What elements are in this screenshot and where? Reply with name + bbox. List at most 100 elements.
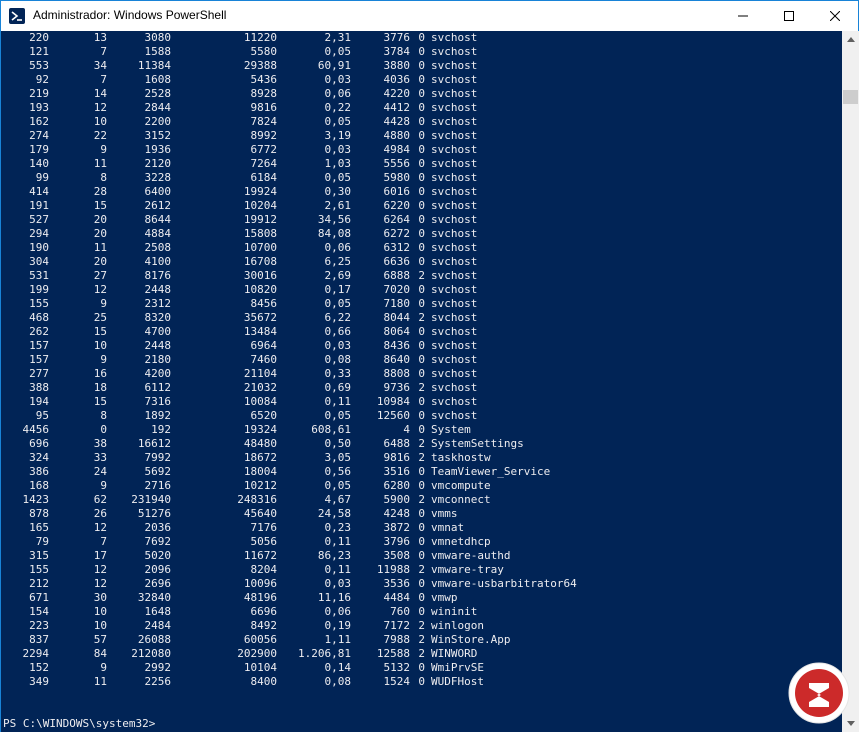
cell-process-name: vmnetdhcp bbox=[431, 535, 491, 548]
cell-id: 4248 bbox=[383, 507, 411, 520]
process-row: 527 20 8644 19912 34,56 6264 0 svchost bbox=[1, 213, 842, 227]
cell-pm: 7692 bbox=[144, 535, 172, 548]
cell-id: 3784 bbox=[383, 45, 411, 58]
cell-cpu: 0,66 bbox=[324, 325, 352, 338]
cell-process-name: svchost bbox=[431, 409, 478, 422]
cell-process-name: svchost bbox=[431, 115, 478, 128]
close-button[interactable] bbox=[812, 1, 858, 31]
cell-cpu: 0,22 bbox=[324, 101, 352, 114]
cell-npm: 12 bbox=[93, 283, 107, 296]
process-row: 671 30 32840 48196 11,16 4484 0 vmwp bbox=[1, 591, 842, 605]
cell-ws: 6520 bbox=[250, 409, 278, 422]
cell-ws: 29388 bbox=[243, 59, 277, 72]
cell-ws: 8400 bbox=[250, 675, 278, 688]
cell-cpu: 0,05 bbox=[324, 297, 352, 310]
cell-npm: 28 bbox=[93, 185, 107, 198]
cell-process-name: WINWORD bbox=[431, 647, 478, 660]
cell-si: 0 bbox=[418, 101, 425, 114]
cell-process-name: vmconnect bbox=[431, 493, 491, 506]
minimize-button[interactable] bbox=[720, 1, 766, 31]
cell-npm: 13 bbox=[93, 31, 107, 44]
cell-npm: 10 bbox=[93, 115, 107, 128]
cell-ws: 8492 bbox=[250, 619, 278, 632]
cell-process-name: svchost bbox=[431, 339, 478, 352]
cell-id: 8436 bbox=[383, 339, 411, 352]
cell-pm: 5692 bbox=[144, 465, 172, 478]
cell-pm: 2180 bbox=[144, 353, 172, 366]
cell-cpu: 6,22 bbox=[324, 311, 352, 324]
cell-id: 3508 bbox=[383, 549, 411, 562]
cell-id: 5556 bbox=[383, 157, 411, 170]
command-prompt[interactable]: PS C:\WINDOWS\system32> bbox=[3, 717, 155, 731]
process-row: 154 10 1648 6696 0,06 760 0 wininit bbox=[1, 605, 842, 619]
cell-cpu: 0,06 bbox=[324, 241, 352, 254]
cell-process-name: svchost bbox=[431, 59, 478, 72]
powershell-icon bbox=[9, 8, 25, 24]
cell-pm: 2844 bbox=[144, 101, 172, 114]
process-row: 179 9 1936 6772 0,03 4984 0 svchost bbox=[1, 143, 842, 157]
cell-id: 12588 bbox=[376, 647, 410, 660]
scroll-up-button[interactable] bbox=[842, 31, 859, 48]
cell-ws: 19324 bbox=[243, 423, 277, 436]
cell-si: 0 bbox=[418, 73, 425, 86]
title-bar[interactable]: Administrador: Windows PowerShell bbox=[1, 1, 858, 31]
process-row: 219 14 2528 8928 0,06 4220 0 svchost bbox=[1, 87, 842, 101]
cell-ws: 11220 bbox=[243, 31, 277, 44]
cell-npm: 20 bbox=[93, 213, 107, 226]
cell-npm: 38 bbox=[93, 437, 107, 450]
cell-cpu: 0,03 bbox=[324, 577, 352, 590]
cell-npm: 9 bbox=[100, 353, 107, 366]
cell-process-name: svchost bbox=[431, 311, 478, 324]
cell-process-name: vmwp bbox=[431, 591, 458, 604]
cell-ws: 6964 bbox=[250, 339, 278, 352]
cell-process-name: svchost bbox=[431, 101, 478, 114]
cell-pm: 3228 bbox=[144, 171, 172, 184]
process-row: 2294 84 212080 202900 1.206,81 12588 2 WINWORD bbox=[1, 647, 842, 661]
process-row: 99 8 3228 6184 0,05 5980 0 svchost bbox=[1, 171, 842, 185]
scroll-thumb[interactable] bbox=[843, 90, 858, 104]
cell-handles: 304 bbox=[29, 255, 49, 268]
cell-handles: 349 bbox=[29, 675, 49, 688]
cell-ws: 6696 bbox=[250, 605, 278, 618]
vertical-scrollbar[interactable] bbox=[842, 31, 859, 732]
maximize-button[interactable] bbox=[766, 1, 812, 31]
window-title: Administrador: Windows PowerShell bbox=[33, 8, 227, 22]
cell-ws: 10700 bbox=[243, 241, 277, 254]
process-row: 304 20 4100 16708 6,25 6636 0 svchost bbox=[1, 255, 842, 269]
cell-cpu: 0,33 bbox=[324, 367, 352, 380]
cell-pm: 4884 bbox=[144, 227, 172, 240]
process-row: 696 38 16612 48480 0,50 6488 2 SystemSettings bbox=[1, 437, 842, 451]
console-output[interactable]: 220 13 3080 11220 2,31 3776 0 svchost 121 7 1588 55… bbox=[1, 31, 842, 732]
cell-handles: 79 bbox=[35, 535, 49, 548]
cell-handles: 157 bbox=[29, 339, 49, 352]
cell-npm: 62 bbox=[93, 493, 107, 506]
cell-ws: 35672 bbox=[243, 311, 277, 324]
cell-pm: 7992 bbox=[144, 451, 172, 464]
cell-si: 2 bbox=[418, 563, 425, 576]
cell-pm: 2200 bbox=[144, 115, 172, 128]
cell-process-name: WinStore.App bbox=[431, 633, 511, 646]
cell-handles: 1423 bbox=[22, 493, 50, 506]
cell-ws: 7824 bbox=[250, 115, 278, 128]
cell-si: 0 bbox=[418, 675, 425, 688]
cell-si: 0 bbox=[418, 521, 425, 534]
process-row: 223 10 2484 8492 0,19 7172 2 winlogon bbox=[1, 619, 842, 633]
cell-cpu: 0,69 bbox=[324, 381, 352, 394]
cell-si: 2 bbox=[418, 633, 425, 646]
cell-pm: 2528 bbox=[144, 87, 172, 100]
scroll-up-arrow-icon bbox=[846, 37, 855, 42]
cell-process-name: svchost bbox=[431, 269, 478, 282]
cell-process-name: svchost bbox=[431, 325, 478, 338]
cell-ws: 10084 bbox=[243, 395, 277, 408]
cell-pm: 1892 bbox=[144, 409, 172, 422]
process-row: 168 9 2716 10212 0,05 6280 0 vmcompute bbox=[1, 479, 842, 493]
cell-id: 6636 bbox=[383, 255, 411, 268]
cell-process-name: svchost bbox=[431, 73, 478, 86]
cell-si: 0 bbox=[418, 199, 425, 212]
cell-id: 6016 bbox=[383, 185, 411, 198]
cell-process-name: WUDFHost bbox=[431, 675, 484, 688]
cell-pm: 4700 bbox=[144, 325, 172, 338]
process-row: 388 18 6112 21032 0,69 9736 2 svchost bbox=[1, 381, 842, 395]
cell-process-name: svchost bbox=[431, 185, 478, 198]
cell-cpu: 3,19 bbox=[324, 129, 352, 142]
